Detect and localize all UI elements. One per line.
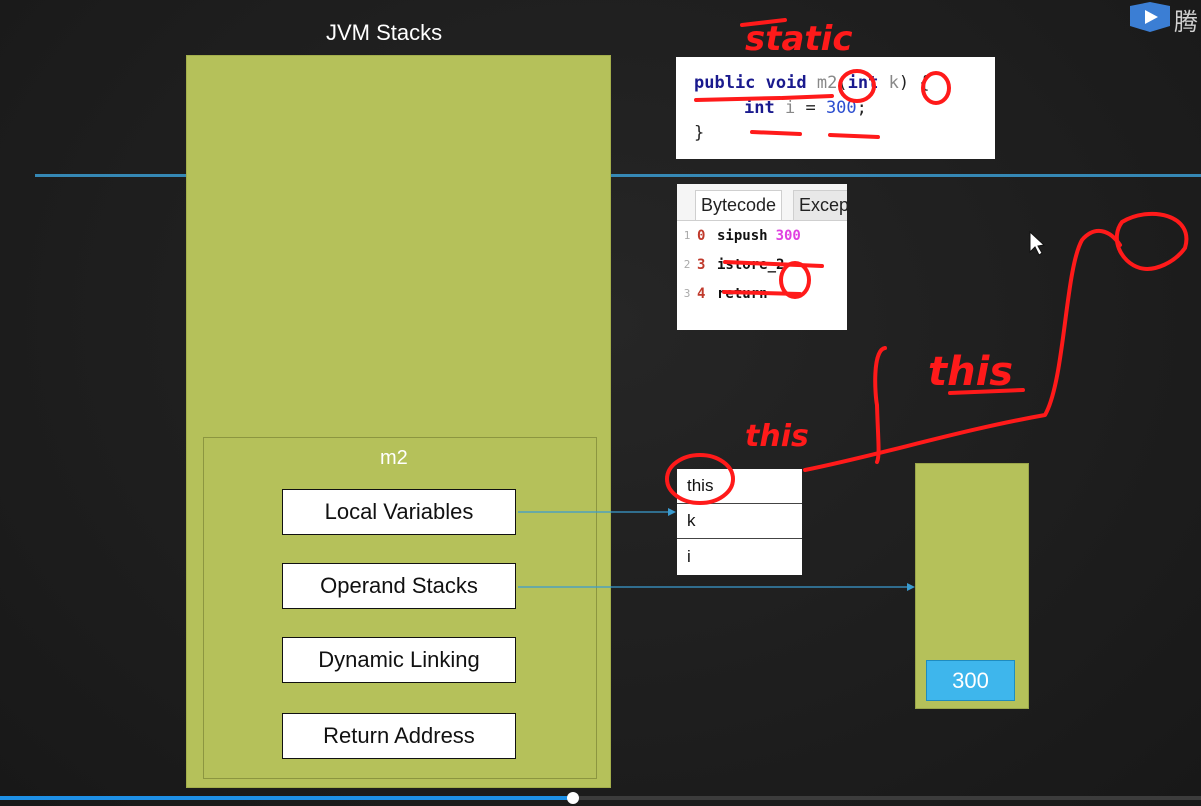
local-var-i: i [687,546,691,566]
param-k: k [888,73,899,93]
close-paren: ) { [898,73,930,93]
open-paren: ( [837,73,848,93]
local-var-this: this [677,469,802,504]
annotation-static: static [745,19,853,59]
bytecode-line-number: 3 [683,287,691,300]
underline-this-large [948,388,1025,395]
bytecode-panel: Bytecode Excep 1 0 sipush 300 2 3 istore_2 3 4 re… [677,184,847,330]
arrow-head-operand-stack [907,583,915,591]
bytecode-offset: 3 [697,256,706,273]
tab-bytecode[interactable]: Bytecode [695,190,783,220]
code-line-2: int i = 300; [694,96,977,121]
keyword-int-local: int [744,98,775,118]
bytecode-row: 3 4 return [677,279,847,308]
literal-300: 300 [825,98,857,118]
source-code-panel: public void m2(int k) { int i = 300; } [676,57,995,159]
frame-name: m2 [380,447,408,469]
bytecode-opcode: return [717,285,768,302]
bytecode-row: 1 0 sipush 300 [677,221,847,250]
overline-static [740,18,787,27]
bytecode-row: 2 3 istore_2 [677,250,847,279]
code-line-1: public void m2(int k) { [694,71,977,96]
bytecode-rows: 1 0 sipush 300 2 3 istore_2 3 4 return [677,221,847,308]
video-progress-fill [0,796,573,800]
tab-exceptions[interactable]: Excep [793,190,847,220]
local-var-k: k [677,504,802,539]
annotation-this-large: this [928,349,1013,395]
assign-op: = [795,98,826,118]
bytecode-line-number: 1 [683,229,691,242]
object-blob [1114,211,1189,271]
bytecode-operand: 300 [775,227,801,244]
keyword-int: int [847,73,879,93]
arrow-head-local-vars [668,508,676,516]
keyword-public: public [694,73,756,93]
keyword-void: void [765,73,807,93]
bytecode-tabs: Bytecode Excep [677,184,847,221]
mouse-cursor-icon [1029,230,1046,256]
code-line-3: } [694,121,977,146]
annotation-this-small: this [745,419,809,454]
slot-dynamic-linking: Dynamic Linking [282,637,516,683]
bytecode-offset: 0 [697,227,706,244]
semicolon: ; [856,98,867,118]
stack-title: JVM Stacks [326,20,443,45]
video-progress-handle[interactable] [567,792,579,804]
slot-operand-stacks: Operand Stacks [282,563,516,609]
brace-stroke [873,346,887,464]
close-brace: } [694,123,705,143]
pointer-line-this [803,229,1122,472]
bytecode-opcode: sipush [717,227,768,244]
slot-return-address: Return Address [282,713,516,759]
operand-stack-value: 300 [926,660,1015,701]
bytecode-opcode: istore_2 [717,256,785,273]
bytecode-offset: 4 [697,285,706,302]
method-name: m2 [816,73,838,93]
slot-local-variables: Local Variables [282,489,516,535]
corner-brand-text: 腾 [1174,8,1198,36]
local-variable-table: this k i [677,469,802,575]
bytecode-line-number: 2 [683,258,691,271]
var-i: i [784,98,796,118]
